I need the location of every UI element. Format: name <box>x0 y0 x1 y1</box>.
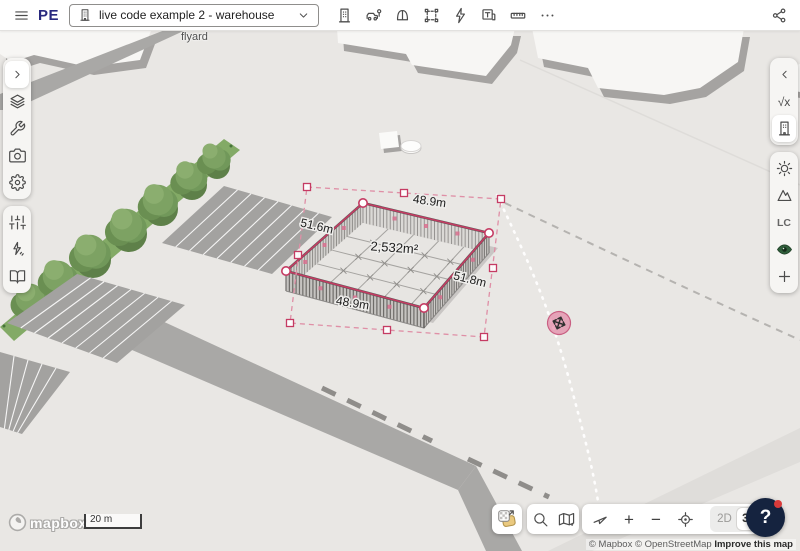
project-selector[interactable]: live code example 2 - warehouse <box>69 4 319 27</box>
map-style-icon <box>558 511 575 528</box>
building-icon <box>336 7 353 24</box>
building-tool-button[interactable] <box>331 2 357 28</box>
sidebar-item-tools[interactable] <box>5 115 29 142</box>
vehicle-icon <box>363 7 384 24</box>
sidebar-item-add[interactable] <box>772 263 796 290</box>
camera-icon <box>9 147 26 164</box>
terrain-icon <box>776 187 793 204</box>
sidebar-collapse-button[interactable] <box>772 61 796 88</box>
plus-icon <box>776 268 793 285</box>
text-label-tool-button[interactable] <box>476 2 502 28</box>
improve-map-link[interactable]: Improve this map <box>714 539 793 550</box>
more-tools-button[interactable] <box>534 2 560 28</box>
sidebar-item-layers[interactable] <box>5 88 29 115</box>
sidebar-expand-button[interactable] <box>5 61 29 88</box>
vehicle-tool-button[interactable] <box>360 2 386 28</box>
scale-label: 20 m <box>90 514 112 525</box>
map-place-label: flyard <box>181 31 208 43</box>
right-sidebar-secondary: LC <box>770 152 798 293</box>
compass-button[interactable] <box>590 506 610 532</box>
eye-icon <box>776 241 793 258</box>
top-toolbar: PE live code example 2 - warehouse <box>0 0 800 31</box>
compass-needle-icon <box>592 511 609 528</box>
sidebar-item-formula[interactable]: √x <box>772 88 796 115</box>
sidebar-item-visibility[interactable] <box>772 236 796 263</box>
building-icon <box>78 8 92 22</box>
sidebar-item-flash-auto[interactable] <box>5 236 29 263</box>
chevron-right-icon <box>11 68 24 81</box>
wrench-icon <box>9 120 26 137</box>
zoom-out-button[interactable]: − <box>648 506 664 532</box>
project-name: live code example 2 - warehouse <box>99 8 290 22</box>
app-logo: PE <box>38 7 59 24</box>
notification-dot <box>774 500 782 508</box>
attribution-text: © Mapbox © OpenStreetMap <box>589 539 712 550</box>
mapbox-wordmark: mapbox <box>30 515 87 531</box>
book-icon <box>9 268 26 285</box>
share-button[interactable] <box>766 2 792 28</box>
map-scale-bar: 20 m <box>84 514 142 529</box>
ruler-icon <box>508 7 528 24</box>
left-sidebar-main <box>3 58 31 199</box>
geolocate-button[interactable] <box>675 506 695 532</box>
help-label: ? <box>760 507 772 529</box>
gear-icon <box>9 174 26 191</box>
sidebar-item-camera[interactable] <box>5 142 29 169</box>
sidebar-item-settings[interactable] <box>5 169 29 196</box>
sidebar-item-guide[interactable] <box>5 263 29 290</box>
search-icon <box>532 511 549 528</box>
marquee-icon <box>423 7 440 24</box>
share-icon <box>771 7 788 24</box>
ellipsis-icon <box>539 7 556 24</box>
layers-icon <box>9 93 26 110</box>
formula-icon: √x <box>778 95 791 109</box>
map-canvas[interactable]: 48.9m 51.6m 2,532m² 51.8m 48.9m <box>0 30 800 551</box>
left-sidebar-secondary <box>3 206 31 293</box>
sidebar-item-lc[interactable]: LC <box>772 209 796 236</box>
basemap-toggle-button[interactable] <box>492 504 522 534</box>
chevron-down-icon <box>297 9 310 22</box>
sidebar-item-sun[interactable] <box>772 155 796 182</box>
dome-icon <box>394 7 411 24</box>
flash-auto-icon <box>9 241 26 258</box>
text-label-icon <box>479 7 499 24</box>
sidebar-item-building[interactable] <box>772 115 796 142</box>
menu-button[interactable] <box>8 2 34 28</box>
select-area-tool-button[interactable] <box>418 2 444 28</box>
chevron-left-icon <box>778 68 791 81</box>
search-button[interactable] <box>529 506 551 532</box>
dome-tool-button[interactable] <box>389 2 415 28</box>
basemap-icon <box>496 508 518 530</box>
app-window: 48.9m 51.6m 2,532m² 51.8m 48.9m flyard P… <box>0 0 800 551</box>
nav-control-group: + − 2D 3D <box>582 504 772 534</box>
mapbox-mark-icon <box>8 513 27 532</box>
mapbox-logo[interactable]: mapbox <box>8 513 87 532</box>
search-map-group <box>527 504 579 534</box>
hamburger-icon <box>13 7 30 24</box>
flash-tool-button[interactable] <box>447 2 473 28</box>
map-attribution: © Mapbox © OpenStreetMap Improve this ma… <box>586 539 796 550</box>
sidebar-item-terrain[interactable] <box>772 182 796 209</box>
lightning-icon <box>452 7 469 24</box>
measure-tool-button[interactable] <box>505 2 531 28</box>
sliders-icon <box>9 214 26 231</box>
right-sidebar-main: √x <box>770 58 798 145</box>
building-icon <box>776 120 793 137</box>
sidebar-item-adjustments[interactable] <box>5 209 29 236</box>
lc-icon: LC <box>777 217 791 229</box>
mode-2d-button[interactable]: 2D <box>712 508 737 530</box>
zoom-in-button[interactable]: + <box>621 506 637 532</box>
tool-row <box>331 2 560 28</box>
sun-icon <box>776 160 793 177</box>
help-button[interactable]: ? <box>746 498 785 537</box>
geolocate-icon <box>677 511 694 528</box>
map-style-button[interactable] <box>555 506 577 532</box>
